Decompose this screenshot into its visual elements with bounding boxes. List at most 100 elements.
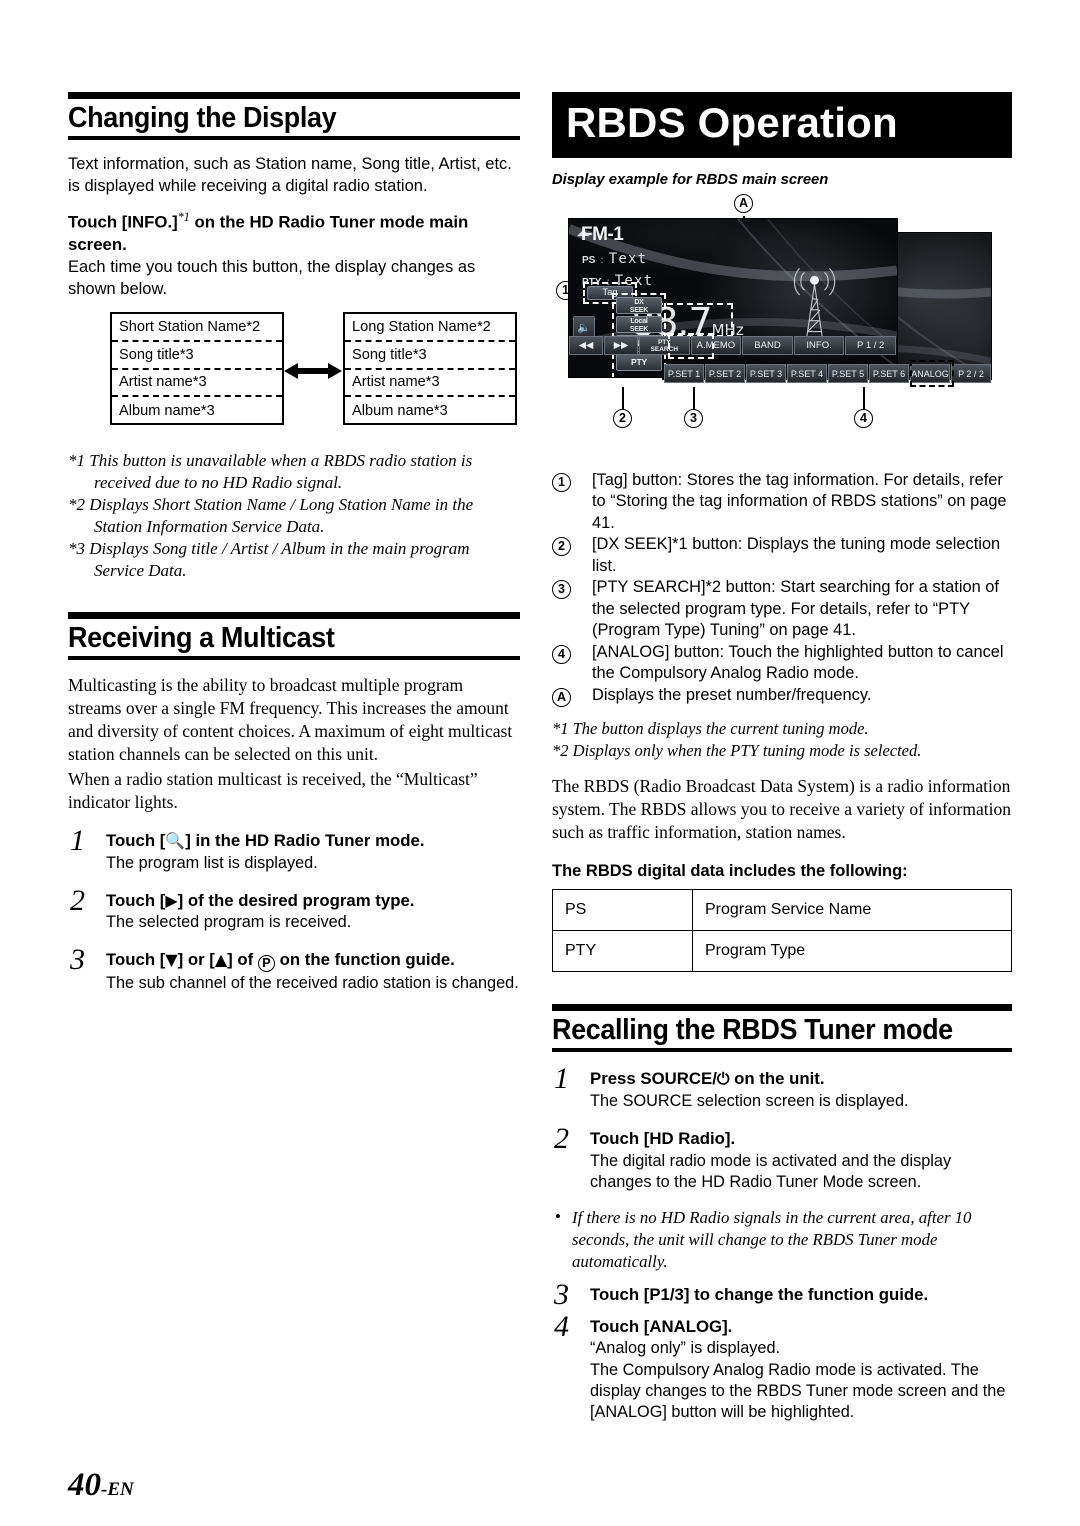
callout-mark-label: A xyxy=(552,687,571,707)
band-label: FM-1 xyxy=(581,224,624,245)
step-1: 1 Touch [🔍] in the HD Radio Tuner mode. … xyxy=(68,824,520,874)
diagram-row-label: Album name*3 xyxy=(119,403,215,420)
step-number: 3 xyxy=(554,1278,569,1312)
diagram-row: Long Station Name*2 xyxy=(345,314,515,343)
source-label: SOURCE xyxy=(640,1069,713,1089)
step-description: The SOURCE selection screen is displayed… xyxy=(590,1091,909,1110)
recall-step-1: 1 Press SOURCE/⏻ on the unit. The SOURCE… xyxy=(552,1062,1012,1112)
footnote-text: Displays only when the PTY tuning mode i… xyxy=(572,740,922,760)
play-triangle-icon: ▶ xyxy=(165,890,178,910)
callout-mark-label: 4 xyxy=(552,644,571,664)
up-triangle-icon: ▲ xyxy=(214,950,228,970)
multicast-paragraph-1: Multicasting is the ability to broadcast… xyxy=(68,675,513,765)
next-track-button[interactable]: ▶▶ xyxy=(604,336,638,355)
diagram-row-label: Song title*3 xyxy=(119,346,194,363)
info-button[interactable]: INFO. xyxy=(793,336,845,355)
footnote-item: *1 This button is unavailable when a RBD… xyxy=(68,450,520,494)
callout-marker-a: A xyxy=(734,194,753,213)
diagram-row: Artist name*3 xyxy=(345,370,515,398)
callout-mark-label: 2 xyxy=(552,537,571,557)
section-heading-recalling-rbds: Recalling the RBDS Tuner mode xyxy=(552,1003,1012,1053)
preset-4-button[interactable]: P.SET 4 xyxy=(787,364,827,383)
preset-5-button[interactable]: P.SET 5 xyxy=(828,364,868,383)
callout-description-3: 3 [PTY SEARCH]*2 button: Start searching… xyxy=(552,577,1012,641)
step-title-middle: ] or [ xyxy=(177,950,215,970)
step-title-prefix: Press xyxy=(590,1069,641,1089)
down-triangle-icon: ▼ xyxy=(165,950,178,970)
rbds-data-table: PS Program Service Name PTY Program Type xyxy=(552,888,1012,972)
table-cell-value: Program Type xyxy=(692,929,1012,972)
preset-1-button[interactable]: P.SET 1 xyxy=(664,364,704,383)
diagram-row-label: Album name*3 xyxy=(352,403,448,420)
step-number: 2 xyxy=(70,883,85,917)
display-sequence-diagram: Short Station Name*2 Song title*3 Artist… xyxy=(68,312,520,434)
callout-text: [DX SEEK]*1 button: Displays the tuning … xyxy=(592,535,1001,575)
prev-track-button[interactable]: ◀◀ xyxy=(569,336,603,355)
left-column: Changing the Display Text information, s… xyxy=(68,92,520,995)
callout-a-label: A xyxy=(734,194,753,213)
callout-mark-label: 3 xyxy=(552,580,571,600)
page-2-2-button[interactable]: P 2 / 2 xyxy=(951,364,991,383)
recall-step-3: 3 Touch [P1/3] to change the function gu… xyxy=(552,1278,1012,1311)
step-title-prefix: Touch xyxy=(590,1129,644,1149)
footnote-mark: *1 xyxy=(552,719,569,739)
section-heading-receiving-a-multicast: Receiving a Multicast xyxy=(68,612,520,661)
right-column: RBDS Operation Display example for RBDS … xyxy=(552,92,1012,1423)
leader-line-3 xyxy=(693,387,695,409)
callout-3-label: 3 xyxy=(684,409,703,428)
step-description: The program list is displayed. xyxy=(106,853,318,872)
footnote-text: This button is unavailable when a RBDS r… xyxy=(89,451,473,493)
rule-bottom xyxy=(552,1048,1012,1053)
device-screen: ◢◣ FM-1 PS:Text PTY:Text Tag 3 88.7MHz 🔈… xyxy=(568,218,898,378)
callout-description-a: A Displays the preset number/frequency. xyxy=(552,685,1012,707)
step-3: 3 Touch [▼] or [▲] of P on the function … xyxy=(68,943,520,994)
callout-description-1: 1 [Tag] button: Stores the tag informati… xyxy=(552,470,1012,534)
footnote-mark: *2 xyxy=(68,495,85,515)
callout-text: Displays the preset number/frequency. xyxy=(592,685,872,704)
rule-bottom xyxy=(68,136,520,141)
step-title-suffix: ] of xyxy=(227,950,258,970)
preset-6-button[interactable]: P.SET 6 xyxy=(869,364,909,383)
step-title-prefix: Touch xyxy=(590,1285,644,1305)
callout-footnote-2: *2 Displays only when the PTY tuning mod… xyxy=(552,740,1012,761)
table-cell-value: Program Service Name xyxy=(692,888,1012,931)
step-title: Touch [HD Radio]. xyxy=(590,1128,1012,1150)
heading-text: Receiving a Multicast xyxy=(68,622,335,654)
callout-description-list: 1 [Tag] button: Stores the tag informati… xyxy=(552,470,1012,707)
rbds-paragraph: The RBDS (Radio Broadcast Data System) i… xyxy=(552,776,1011,843)
step-title-tail: on the function guide. xyxy=(274,950,455,970)
heading-text: Recalling the RBDS Tuner mode xyxy=(552,1013,953,1046)
step-number: 4 xyxy=(554,1309,569,1343)
step-title-suffix: on the unit. xyxy=(729,1069,825,1089)
magnifier-icon: 🔍 xyxy=(165,831,186,850)
preset-3-button[interactable]: P.SET 3 xyxy=(746,364,786,383)
step-title: Press SOURCE/⏻ on the unit. xyxy=(590,1068,1012,1090)
callout-footnote-list: *1 The button displays the current tunin… xyxy=(552,718,1012,761)
highlight-box-analog xyxy=(910,360,954,387)
diagram-row-label: Song title*3 xyxy=(352,346,427,363)
step-description: The selected program is received. xyxy=(106,913,352,932)
instruction-footnote-mark: *1 xyxy=(177,210,190,225)
diagram-row: Song title*3 xyxy=(112,342,282,370)
callout-text: [Tag] button: Stores the tag information… xyxy=(592,471,1007,532)
diagram-row: Artist name*3 xyxy=(112,370,282,398)
instruction-description: Each time you touch this button, the dis… xyxy=(68,257,476,298)
diagram-row-label: Short Station Name*2 xyxy=(119,319,261,336)
step-title-prefix: Touch [ xyxy=(106,890,166,910)
rule-top xyxy=(68,92,520,99)
footnote-mark: *2 xyxy=(552,740,569,760)
preset-2-button[interactable]: P.SET 2 xyxy=(705,364,745,383)
multicast-paragraph-2: When a radio station multicast is receiv… xyxy=(68,769,478,813)
table-cell-key: PTY xyxy=(552,929,693,972)
callout-4-label: 4 xyxy=(854,409,873,428)
step-number: 1 xyxy=(554,1062,569,1096)
footnote-text: Displays Short Station Name / Long Stati… xyxy=(89,495,474,537)
step-number: 2 xyxy=(554,1122,569,1156)
ps-row: PS: Text xyxy=(582,249,653,271)
footnote-text: The button displays the current tuning m… xyxy=(572,719,869,739)
device-caption: Display example for RBDS main screen xyxy=(552,172,829,188)
callout-marker-4: 4 xyxy=(854,409,873,428)
page-1-2-button[interactable]: P 1 / 2 xyxy=(845,336,896,355)
band-button[interactable]: BAND xyxy=(742,336,793,355)
step-title-suffix: . xyxy=(727,1316,733,1336)
